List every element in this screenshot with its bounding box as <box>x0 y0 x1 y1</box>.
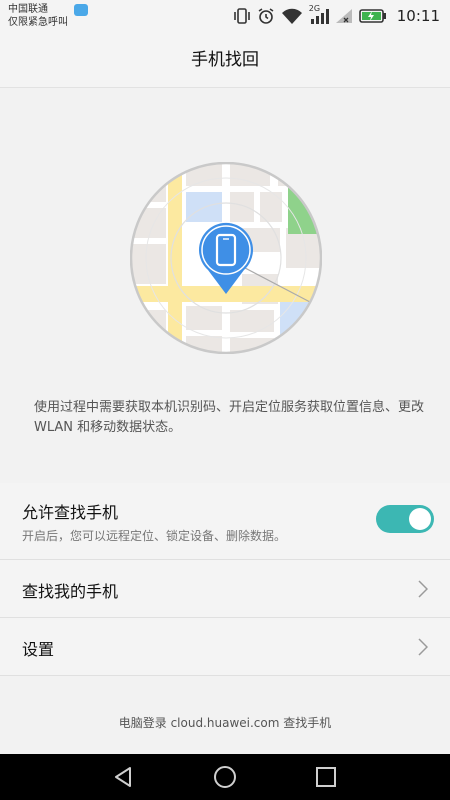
chevron-right-icon <box>418 580 428 598</box>
status-bar: 中国联通 仅限紧急呼叫 2G 10:11 <box>0 0 450 32</box>
no-sim-icon <box>335 9 352 23</box>
map-graphic <box>129 161 323 355</box>
chevron-right-icon <box>418 638 428 656</box>
carrier-info: 中国联通 仅限紧急呼叫 <box>8 3 68 29</box>
permission-description: 使用过程中需要获取本机识别码、开启定位服务获取位置信息、更改 WLAN 和移动数… <box>34 400 425 435</box>
settings-label: 设置 <box>22 640 55 659</box>
recents-icon[interactable] <box>314 765 338 789</box>
toggle-knob <box>409 508 431 530</box>
carrier-name: 中国联通 <box>8 4 48 15</box>
allow-find-phone-subtitle: 开启后，您可以远程定位、锁定设备、删除数据。 <box>22 529 287 543</box>
allow-find-phone-row[interactable]: 允许查找手机 开启后，您可以远程定位、锁定设备、删除数据。 <box>0 483 450 560</box>
settings-row[interactable]: 设置 <box>0 618 450 676</box>
clock: 10:11 <box>396 7 440 25</box>
app-notification-icon <box>74 4 88 16</box>
title-bar: 手机找回 <box>0 32 450 88</box>
find-my-phone-label: 查找我的手机 <box>22 582 119 601</box>
signal-icon <box>310 9 329 24</box>
status-icons: 2G 10:11 <box>233 4 440 28</box>
allow-find-phone-toggle[interactable] <box>376 505 434 533</box>
back-icon[interactable] <box>112 765 136 789</box>
page-title: 手机找回 <box>191 50 259 70</box>
signal-indicator: 2G <box>309 4 329 24</box>
settings-list: 允许查找手机 开启后，您可以远程定位、锁定设备、删除数据。 查找我的手机 设置 <box>0 483 450 676</box>
emergency-calls-only: 仅限紧急呼叫 <box>8 17 68 28</box>
battery-charging-icon <box>358 9 386 23</box>
map-illustration <box>129 161 323 355</box>
vibrate-icon <box>233 8 250 24</box>
wifi-icon <box>281 8 302 24</box>
web-login-hint: 电脑登录 cloud.huawei.com 查找手机 <box>118 716 332 730</box>
allow-find-phone-label: 允许查找手机 <box>22 503 119 522</box>
navigation-bar <box>0 754 450 800</box>
home-icon[interactable] <box>213 765 237 789</box>
find-my-phone-row[interactable]: 查找我的手机 <box>0 560 450 618</box>
alarm-icon <box>258 8 274 24</box>
